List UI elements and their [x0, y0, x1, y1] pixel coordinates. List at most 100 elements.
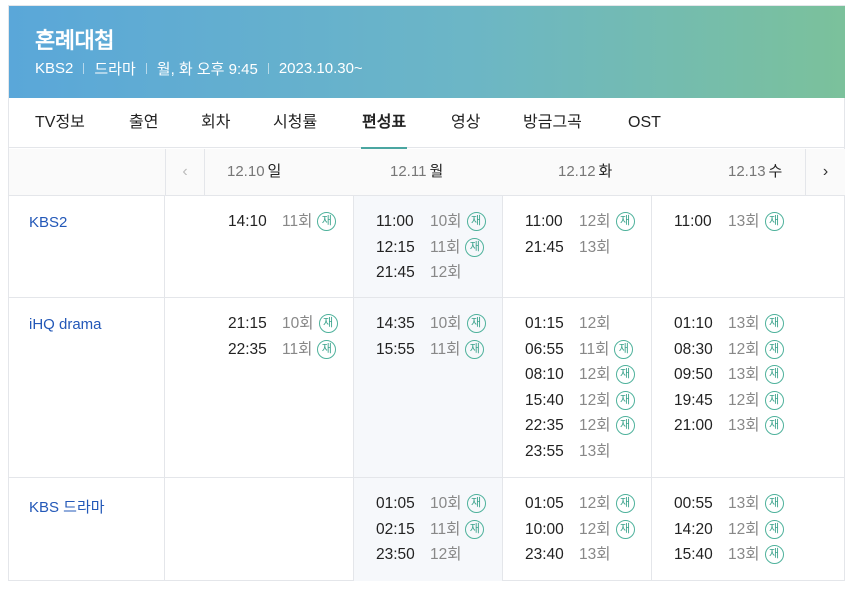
airing-time: 15:40 [674, 546, 713, 563]
rerun-badge-icon: 재 [764, 339, 784, 359]
airing-time: 01:05 [525, 495, 564, 512]
airing-list: 01:15 12회 06:55 11회 재 08:10 12회 재 15:40 12회 재 22:35… [525, 311, 635, 464]
channel-name-link[interactable]: iHQ drama [29, 316, 102, 333]
tab-bar: TV정보 출연 회차 시청률 편성표 영상 방금그곡 OST [9, 98, 845, 149]
airing-list: 11:00 12회 재 21:45 13회 [525, 209, 635, 260]
airing-entry: 15:40 12회 재 [525, 388, 635, 414]
tab-episodes[interactable]: 회차 [201, 98, 230, 148]
episode-number: 13회 [579, 546, 611, 563]
airing-entry: 10:00 12회 재 [525, 517, 635, 543]
airing-entry: 22:35 11회 재 [228, 337, 338, 363]
episode-number: 11회 [282, 213, 313, 230]
airing-time: 06:55 [525, 340, 564, 358]
airing-time: 22:35 [228, 340, 267, 358]
airing-time: 21:45 [376, 264, 415, 281]
next-day-button[interactable]: › [805, 149, 845, 195]
rerun-badge-icon: 재 [764, 212, 784, 232]
airing-list: 11:00 10회 재 12:15 11회 재 21:45 12회 [376, 209, 486, 286]
episode-number: 10회 [430, 495, 462, 512]
rerun-badge-icon: 재 [465, 237, 485, 257]
airing-list: 11:00 13회 재 [674, 209, 784, 235]
rerun-badge-icon: 재 [465, 519, 485, 539]
day-header: 12.12 화 [558, 149, 612, 195]
tab-cast[interactable]: 출연 [129, 98, 158, 148]
schedule-row: iHQ drama 21:15 10회 재 22:35 11회 재 14:35 10회 재 15:5… [9, 298, 845, 478]
day-date: 12.12 [558, 163, 596, 180]
episode-number: 13회 [728, 213, 760, 230]
airing-entry: 23:50 12회 [376, 542, 486, 568]
day-cell: 11:00 10회 재 12:15 11회 재 21:45 12회 [353, 196, 502, 297]
day-date: 12.13 [728, 163, 766, 180]
airing-time: 01:15 [525, 315, 564, 332]
rerun-badge-icon: 재 [615, 519, 635, 539]
channel-name-link[interactable]: KBS2 [29, 214, 67, 231]
tab-ost[interactable]: OST [628, 98, 661, 148]
day-weekday: 일 [267, 163, 282, 180]
episode-number: 13회 [579, 442, 611, 460]
day-cell: 00:55 13회 재 14:20 12회 재 15:40 13회 재 [651, 478, 800, 581]
program-title: 혼례대첩 [35, 28, 114, 53]
airing-entry: 15:55 11회 재 [376, 337, 486, 363]
airing-time: 14:10 [228, 213, 267, 230]
airing-entry: 01:15 12회 [525, 311, 635, 337]
tab-tv-info[interactable]: TV정보 [35, 98, 85, 148]
channel-name-link[interactable]: KBS 드라마 [29, 496, 105, 517]
episode-number: 12회 [728, 340, 760, 358]
airing-time: 08:30 [674, 340, 713, 358]
airing-time: 02:15 [376, 520, 415, 538]
program-header: 혼례대첩 KBS2 드라마 월, 화 오후 9:45 2023.10.30~ [9, 6, 845, 98]
airing-list: 14:10 11회 재 [228, 209, 337, 235]
tab-music[interactable]: 방금그곡 [523, 98, 582, 148]
airing-list: 14:35 10회 재 15:55 11회 재 [376, 311, 486, 362]
meta-genre: 드라마 [94, 61, 136, 78]
airing-entry: 01:10 13회 재 [674, 311, 784, 337]
rerun-badge-icon: 재 [764, 365, 784, 385]
episode-number: 13회 [728, 366, 760, 383]
airing-list: 21:15 10회 재 22:35 11회 재 [228, 311, 338, 362]
airing-time: 09:50 [674, 366, 713, 383]
airing-entry: 06:55 11회 재 [525, 337, 635, 363]
day-cell: 21:15 10회 재 22:35 11회 재 [164, 298, 338, 477]
airing-time: 01:05 [376, 495, 415, 512]
rerun-badge-icon: 재 [318, 314, 338, 334]
meta-start-date: 2023.10.30~ [278, 60, 363, 77]
day-date: 12.11 [390, 163, 427, 180]
episode-number: 12회 [579, 366, 611, 383]
rerun-badge-icon: 재 [764, 416, 784, 436]
tab-ratings[interactable]: 시청률 [273, 98, 317, 148]
airing-list: 01:05 12회 재 10:00 12회 재 23:40 13회 [525, 491, 635, 568]
episode-number: 11회 [430, 340, 461, 358]
airing-time: 14:20 [674, 520, 713, 538]
airing-time: 19:45 [674, 391, 713, 409]
tab-video[interactable]: 영상 [451, 98, 480, 148]
episode-number: 12회 [430, 264, 462, 281]
airing-time: 23:50 [376, 546, 415, 563]
day-cell [164, 478, 313, 581]
episode-number: 12회 [579, 315, 611, 332]
day-header: 12.11 월 [390, 149, 443, 195]
day-weekday: 월 [429, 163, 444, 180]
episode-number: 10회 [430, 315, 462, 332]
airing-time: 12:15 [376, 238, 415, 256]
episode-number: 12회 [579, 213, 611, 230]
airing-entry: 14:20 12회 재 [674, 517, 784, 543]
program-meta: KBS2 드라마 월, 화 오후 9:45 2023.10.30~ [35, 58, 363, 79]
airing-entry: 12:15 11회 재 [376, 235, 486, 261]
airing-entry: 19:45 12회 재 [674, 388, 784, 414]
rerun-badge-icon: 재 [466, 314, 486, 334]
tab-schedule[interactable]: 편성표 [360, 98, 408, 149]
airing-time: 21:45 [525, 238, 564, 256]
day-cell: 14:35 10회 재 15:55 11회 재 [353, 298, 502, 477]
episode-number: 12회 [579, 417, 611, 434]
airing-entry: 15:40 13회 재 [674, 542, 784, 568]
episode-number: 10회 [430, 213, 462, 230]
rerun-badge-icon: 재 [465, 339, 485, 359]
airing-time: 15:55 [376, 340, 415, 358]
airing-list: 01:05 10회 재 02:15 11회 재 23:50 12회 [376, 491, 486, 568]
program-card: 혼례대첩 KBS2 드라마 월, 화 오후 9:45 2023.10.30~ T… [8, 5, 845, 581]
rerun-badge-icon: 재 [317, 339, 337, 359]
airing-entry: 08:10 12회 재 [525, 362, 635, 388]
airing-list: 00:55 13회 재 14:20 12회 재 15:40 13회 재 [674, 491, 784, 568]
airing-time: 08:10 [525, 366, 564, 383]
prev-day-button[interactable]: ‹ [165, 149, 205, 195]
